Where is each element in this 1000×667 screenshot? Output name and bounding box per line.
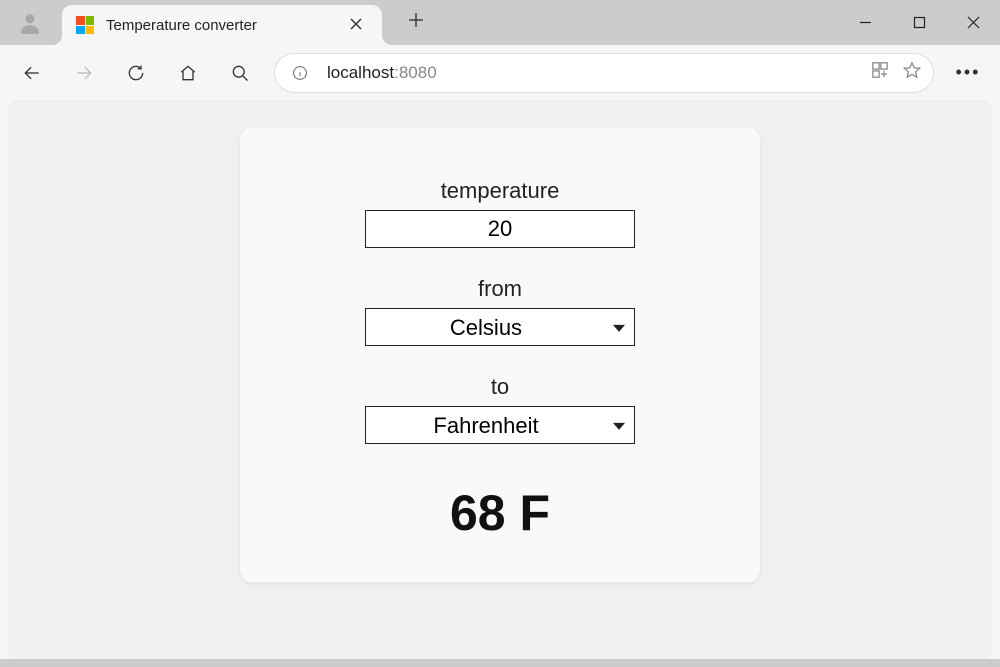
- url-text: localhost:8080: [327, 63, 871, 83]
- window-titlebar: Temperature converter: [0, 0, 1000, 45]
- close-icon: [350, 18, 362, 30]
- search-icon: [230, 63, 250, 83]
- from-group: from Celsius: [365, 276, 635, 346]
- browser-tab[interactable]: Temperature converter: [62, 5, 382, 45]
- profile-button[interactable]: [14, 7, 46, 39]
- reload-icon: [126, 63, 146, 83]
- url-host: localhost: [327, 63, 394, 82]
- site-info-button[interactable]: [287, 65, 313, 81]
- home-button[interactable]: [166, 51, 210, 95]
- back-button[interactable]: [10, 51, 54, 95]
- profile-icon: [17, 10, 43, 36]
- new-tab-button[interactable]: [400, 7, 432, 38]
- from-select[interactable]: Celsius: [365, 308, 635, 346]
- window-controls: [838, 0, 1000, 45]
- overflow-menu-button[interactable]: •••: [946, 51, 990, 95]
- temperature-label: temperature: [441, 178, 560, 204]
- reload-button[interactable]: [114, 51, 158, 95]
- to-group: to Fahrenheit: [365, 374, 635, 444]
- result-text: 68 F: [450, 484, 550, 542]
- window-close-button[interactable]: [946, 0, 1000, 45]
- star-icon: [903, 61, 921, 79]
- favorite-button[interactable]: [903, 61, 921, 84]
- to-select[interactable]: Fahrenheit: [365, 406, 635, 444]
- home-icon: [178, 63, 198, 83]
- temperature-group: temperature: [365, 178, 635, 248]
- converter-card: temperature from Celsius to Fahrenheit: [240, 128, 760, 582]
- tab-close-button[interactable]: [344, 13, 368, 38]
- maximize-icon: [913, 16, 926, 29]
- url-port: :8080: [394, 63, 437, 82]
- close-icon: [967, 16, 980, 29]
- arrow-right-icon: [74, 63, 94, 83]
- maximize-button[interactable]: [892, 0, 946, 45]
- to-label: to: [491, 374, 509, 400]
- forward-button[interactable]: [62, 51, 106, 95]
- app-install-button[interactable]: [871, 61, 889, 84]
- arrow-left-icon: [22, 63, 42, 83]
- temperature-input[interactable]: [365, 210, 635, 248]
- browser-toolbar: localhost:8080 •••: [0, 45, 1000, 100]
- page-viewport: temperature from Celsius to Fahrenheit: [8, 100, 992, 659]
- info-icon: [292, 65, 308, 81]
- minimize-icon: [859, 16, 872, 29]
- favicon-icon: [76, 16, 94, 34]
- tab-title: Temperature converter: [106, 17, 344, 34]
- app-grid-icon: [871, 61, 889, 79]
- ellipsis-icon: •••: [956, 62, 981, 83]
- search-button[interactable]: [218, 51, 262, 95]
- browser-chrome: localhost:8080 ••• temperature from Cels…: [0, 45, 1000, 659]
- from-label: from: [478, 276, 522, 302]
- address-bar[interactable]: localhost:8080: [274, 53, 934, 93]
- minimize-button[interactable]: [838, 0, 892, 45]
- plus-icon: [408, 12, 424, 28]
